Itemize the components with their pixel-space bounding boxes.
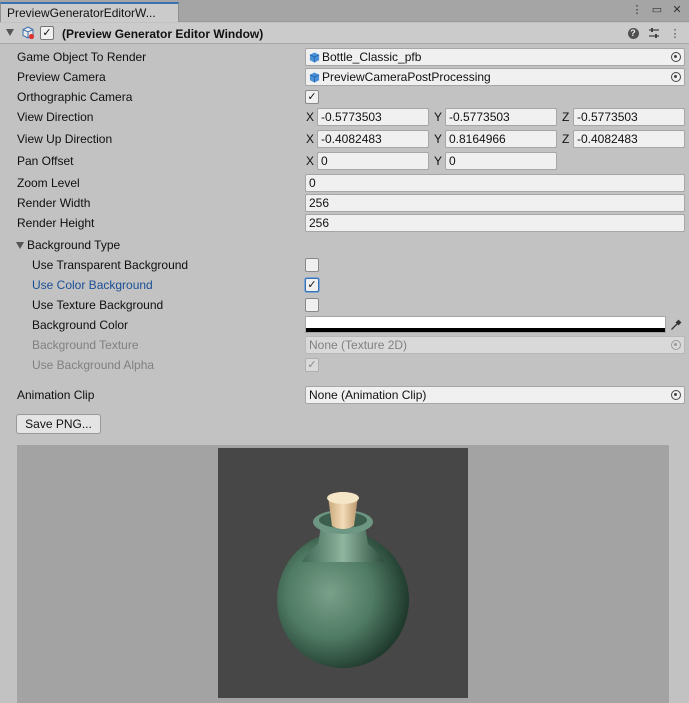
- row-preview-camera: Preview Camera PreviewCameraPostProcessi…: [0, 67, 689, 87]
- use-texture-label: Use Texture Background: [32, 298, 164, 312]
- view-up-direction-label: View Up Direction: [17, 132, 113, 146]
- view-up-z-field[interactable]: -0.4082483: [573, 130, 685, 148]
- row-view-direction: View Direction X -0.5773503 Y -0.5773503…: [0, 107, 689, 127]
- use-transparent-checkbox[interactable]: [305, 258, 319, 272]
- animation-clip-label: Animation Clip: [17, 388, 95, 402]
- save-png-button[interactable]: Save PNG...: [16, 414, 101, 434]
- y-axis-label: Y: [434, 132, 443, 146]
- preview-camera-value: PreviewCameraPostProcessing: [322, 70, 491, 84]
- use-alpha-label: Use Background Alpha: [32, 358, 155, 372]
- animation-clip-field[interactable]: None (Animation Clip): [305, 386, 685, 404]
- z-axis-label: Z: [562, 110, 570, 124]
- use-alpha-checkbox: ✓: [305, 358, 319, 372]
- view-direction-label: View Direction: [17, 110, 94, 124]
- pan-offset-label: Pan Offset: [17, 154, 74, 168]
- preset-sliders-icon[interactable]: [648, 26, 660, 40]
- game-object-field[interactable]: Bottle_Classic_pfb: [305, 48, 685, 66]
- maximize-icon[interactable]: ▭: [651, 3, 663, 16]
- pan-offset-y-field[interactable]: 0: [445, 152, 557, 170]
- row-use-color: Use Color Background ✓: [0, 275, 689, 295]
- game-object-label: Game Object To Render: [17, 50, 147, 64]
- x-axis-label: X: [306, 154, 315, 168]
- preview-image: [218, 448, 468, 698]
- object-picker-icon: [671, 340, 681, 350]
- render-width-field[interactable]: 256: [305, 194, 685, 212]
- x-axis-label: X: [306, 110, 315, 124]
- background-texture-label: Background Texture: [32, 338, 139, 352]
- pan-offset-x-field[interactable]: 0: [317, 152, 429, 170]
- kebab-menu-icon[interactable]: ⋮: [631, 3, 643, 16]
- foldout-arrow-icon[interactable]: [16, 242, 24, 249]
- kebab-menu-icon[interactable]: ⋮: [669, 26, 681, 40]
- z-axis-label: Z: [562, 132, 570, 146]
- view-direction-x-field[interactable]: -0.5773503: [317, 108, 429, 126]
- row-view-up-direction: View Up Direction X -0.4082483 Y 0.81649…: [0, 129, 689, 149]
- row-background-type[interactable]: Background Type: [0, 235, 689, 255]
- prefab-cube-icon: [309, 51, 320, 63]
- object-picker-icon[interactable]: [671, 52, 681, 62]
- prefab-cube-icon: [309, 71, 320, 83]
- use-color-checkbox[interactable]: ✓: [305, 278, 319, 292]
- use-transparent-label: Use Transparent Background: [32, 258, 189, 272]
- preview-camera-label: Preview Camera: [17, 70, 106, 84]
- help-icon[interactable]: ?: [627, 26, 639, 40]
- header-icons: ? ⋮: [627, 26, 681, 40]
- orthographic-checkbox[interactable]: ✓: [305, 90, 319, 104]
- tab-window-controls: ⋮ ▭ ✕: [631, 3, 683, 16]
- eyedropper-icon[interactable]: [668, 317, 684, 333]
- row-zoom-level: Zoom Level 0: [0, 173, 689, 193]
- script-cube-icon: [22, 26, 35, 40]
- component-enabled-checkbox[interactable]: ✓: [40, 26, 54, 40]
- x-axis-label: X: [306, 132, 315, 146]
- render-width-label: Render Width: [17, 196, 91, 210]
- preview-camera-field[interactable]: PreviewCameraPostProcessing: [305, 68, 685, 86]
- row-background-texture: Background Texture None (Texture 2D): [0, 335, 689, 355]
- row-render-height: Render Height 256: [0, 213, 689, 233]
- component-header: ✓ (Preview Generator Editor Window) ? ⋮: [0, 23, 689, 44]
- use-texture-checkbox[interactable]: [305, 298, 319, 312]
- view-direction-y-field[interactable]: -0.5773503: [445, 108, 557, 126]
- background-texture-field: None (Texture 2D): [305, 336, 685, 354]
- render-height-label: Render Height: [17, 216, 95, 230]
- component-title: (Preview Generator Editor Window): [62, 27, 264, 41]
- background-texture-value: None (Texture 2D): [309, 338, 408, 352]
- alpha-bar: [306, 328, 665, 332]
- zoom-level-label: Zoom Level: [17, 176, 80, 190]
- row-game-object: Game Object To Render Bottle_Classic_pfb: [0, 47, 689, 67]
- row-render-width: Render Width 256: [0, 193, 689, 213]
- row-use-transparent: Use Transparent Background: [0, 255, 689, 275]
- render-height-field[interactable]: 256: [305, 214, 685, 232]
- use-color-label: Use Color Background: [32, 278, 153, 292]
- row-pan-offset: Pan Offset X 0 Y 0: [0, 151, 689, 171]
- view-direction-z-field[interactable]: -0.5773503: [573, 108, 685, 126]
- object-picker-icon[interactable]: [671, 390, 681, 400]
- view-up-x-field[interactable]: -0.4082483: [317, 130, 429, 148]
- orthographic-label: Orthographic Camera: [17, 90, 133, 104]
- row-animation-clip: Animation Clip None (Animation Clip): [0, 385, 689, 405]
- close-icon[interactable]: ✕: [671, 3, 683, 16]
- game-object-value: Bottle_Classic_pfb: [322, 50, 422, 64]
- background-color-field[interactable]: [305, 316, 666, 333]
- row-use-alpha: Use Background Alpha ✓: [0, 355, 689, 375]
- background-color-label: Background Color: [32, 318, 129, 332]
- y-axis-label: Y: [434, 154, 443, 168]
- animation-clip-value: None (Animation Clip): [309, 388, 427, 402]
- zoom-level-field[interactable]: 0: [305, 174, 685, 192]
- y-axis-label: Y: [434, 110, 443, 124]
- background-type-label[interactable]: Background Type: [27, 238, 120, 252]
- row-use-texture: Use Texture Background: [0, 295, 689, 315]
- object-picker-icon[interactable]: [671, 72, 681, 82]
- foldout-arrow-icon[interactable]: [6, 29, 14, 36]
- view-up-y-field[interactable]: 0.8164966: [445, 130, 557, 148]
- bottle-preview-icon: [277, 492, 409, 668]
- row-background-color: Background Color: [0, 315, 689, 335]
- tab-bar: PreviewGeneratorEditorW... ⋮ ▭ ✕: [0, 0, 689, 22]
- row-orthographic: Orthographic Camera ✓: [0, 87, 689, 107]
- tab-preview-generator[interactable]: PreviewGeneratorEditorW...: [0, 2, 179, 22]
